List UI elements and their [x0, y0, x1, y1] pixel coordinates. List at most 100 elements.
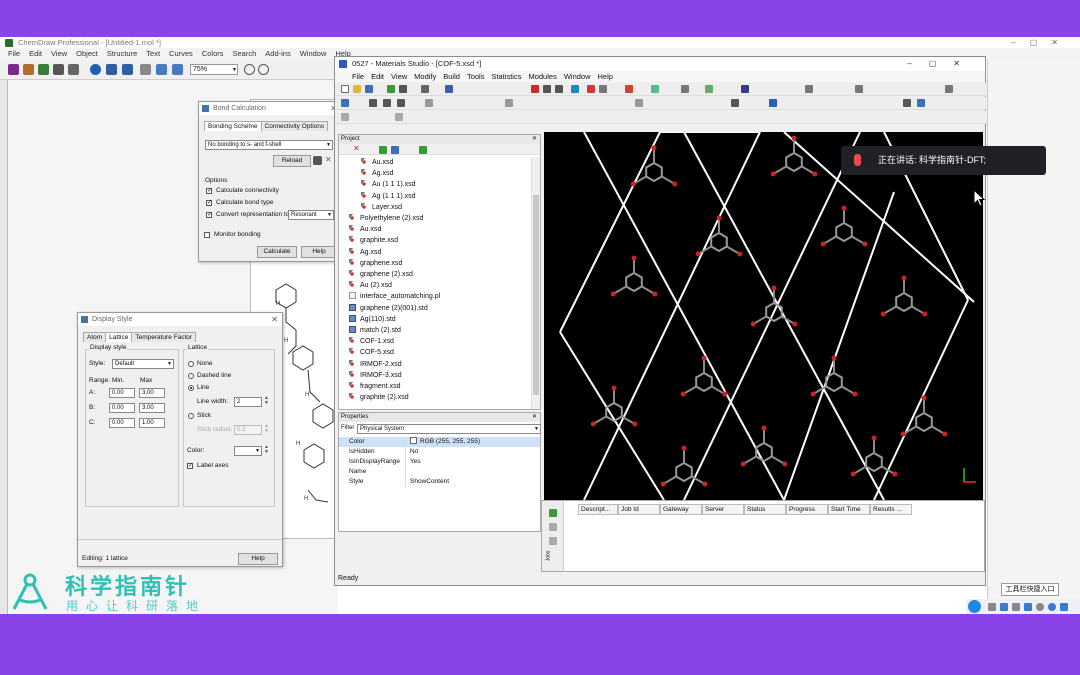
project-tree-item[interactable]: fragment.xsd [349, 381, 400, 392]
color-icon[interactable] [625, 85, 633, 93]
rotate-icon[interactable] [543, 85, 551, 93]
menu-edit[interactable]: Edit [29, 48, 42, 60]
project-tree-item[interactable]: graphite (2).xsd [349, 392, 409, 403]
job-col-status[interactable]: Status [744, 504, 786, 515]
project-tree-item[interactable]: graphite.xsd [349, 235, 398, 246]
gallery-icon[interactable] [8, 64, 19, 75]
menu-text[interactable]: Text [146, 48, 160, 60]
cof5-lattice-view[interactable] [544, 132, 983, 500]
project-tree[interactable]: Au.xsd Ag.xsd Au (1 1 1).xsd Ag (1 1 1).xsd… [339, 157, 532, 409]
display-style-icon[interactable] [587, 85, 595, 93]
close-icon[interactable]: ✕ [271, 313, 278, 326]
project-tree-item[interactable]: IRMOF-3.xsd [349, 370, 402, 381]
hexagon-icon[interactable] [369, 99, 377, 107]
project-tree-item[interactable]: Au (1 1 1).xsd [361, 179, 416, 190]
ms-menu-tools[interactable]: Tools [467, 71, 485, 82]
tray-icon[interactable] [1024, 603, 1032, 611]
download-icon[interactable] [549, 537, 557, 545]
print-icon[interactable] [68, 64, 79, 75]
cell-icon[interactable] [903, 99, 911, 107]
fx-icon[interactable] [341, 99, 349, 107]
project-tree-item[interactable]: match (2).std [349, 325, 401, 336]
lattice-line-radio[interactable] [188, 385, 194, 391]
range-c-min-input[interactable]: 0.00 [109, 418, 135, 428]
new-icon[interactable] [341, 85, 349, 93]
menu-curves[interactable]: Curves [169, 48, 193, 60]
menu-colors[interactable]: Colors [202, 48, 224, 60]
monitor-bonding-checkbox[interactable] [204, 232, 210, 238]
project-tree-item[interactable]: interface_automatching.pl [349, 291, 440, 302]
property-row[interactable]: Name [339, 467, 540, 477]
cycle-icon[interactable] [383, 99, 391, 107]
close-icon[interactable]: ✕ [532, 135, 537, 144]
project-tree-item[interactable]: graphene (2)(001).std [349, 303, 428, 314]
project-scrollbar[interactable] [531, 157, 540, 409]
menu-file[interactable]: File [8, 48, 20, 60]
project-tree-item[interactable]: Ag (1 1 1).xsd [361, 191, 416, 202]
ms-menu-statistics[interactable]: Statistics [491, 71, 521, 82]
calc-icon[interactable] [805, 85, 813, 93]
range-a-min-input[interactable]: 0.00 [109, 388, 135, 398]
ms-menu-edit[interactable]: Edit [371, 71, 384, 82]
ms-window-buttons[interactable]: –▢✕ [907, 57, 977, 71]
tray-icon[interactable] [1036, 603, 1044, 611]
window-icon[interactable] [917, 99, 925, 107]
tray-icon[interactable] [1048, 603, 1056, 611]
property-row[interactable]: Style ShowContent [339, 477, 540, 487]
fit-icon[interactable] [571, 85, 579, 93]
tray-icon[interactable] [1012, 603, 1020, 611]
grid-icon[interactable] [855, 85, 863, 93]
label-axes-checkbox[interactable]: ✓ [187, 463, 193, 469]
job-col-results[interactable]: Results ... [870, 504, 912, 515]
job-col-gateway[interactable]: Gateway [660, 504, 702, 515]
toolbar-icon[interactable] [395, 113, 403, 121]
structure-3d-viewer[interactable] [544, 132, 983, 500]
jobs-tab[interactable]: Jobs [545, 551, 551, 562]
ms-menu-build[interactable]: Build [443, 71, 460, 82]
measure-icon[interactable] [681, 85, 689, 93]
color-spinner-icon[interactable]: ▲ ▼ [264, 445, 269, 455]
bonding-scheme-select[interactable]: No bonding to s- and f-shell ▼ [205, 140, 333, 150]
lattice-stick-radio[interactable] [188, 413, 194, 419]
convert-representation-checkbox[interactable]: ✓ [206, 212, 212, 218]
display-style-help-button[interactable]: Help [238, 553, 278, 565]
open-icon[interactable] [353, 85, 361, 93]
lattice-dashed-radio[interactable] [188, 373, 194, 379]
range-a-max-input[interactable]: 3.00 [139, 388, 165, 398]
job-col-description[interactable]: Descript... [578, 504, 618, 515]
style-select[interactable]: Default ▼ [112, 359, 174, 369]
line-width-input[interactable]: 2 [234, 397, 262, 407]
chemdraw-window-buttons[interactable]: –▢✕ [1011, 37, 1072, 48]
calc-bond-type-checkbox[interactable]: ✓ [206, 200, 212, 206]
close-icon[interactable]: ✕ [532, 413, 537, 422]
redo-icon[interactable] [122, 64, 133, 75]
symmetry-icon[interactable] [741, 85, 749, 93]
undo-icon[interactable] [445, 85, 453, 93]
lattice-none-radio[interactable] [188, 361, 194, 367]
print-icon[interactable] [399, 85, 407, 93]
calc-connectivity-checkbox[interactable]: ✓ [206, 188, 212, 194]
filter-select[interactable]: Physical System ▼ [357, 424, 541, 434]
calculate-button[interactable]: Calculate [257, 246, 297, 258]
zoom-in-icon[interactable] [244, 64, 255, 75]
save-icon[interactable] [313, 156, 322, 165]
ms-menu-help[interactable]: Help [598, 71, 613, 82]
menu-search[interactable]: Search [233, 48, 257, 60]
molecule-icon[interactable] [769, 99, 777, 107]
project-tree-item[interactable]: graphene.xsd [349, 258, 402, 269]
stick-radius-spinner-icon[interactable]: ▲ ▼ [264, 424, 269, 434]
copy-icon[interactable] [156, 64, 167, 75]
project-tree-item[interactable]: COF-5.xsd [349, 347, 394, 358]
project-tree-item[interactable]: Ag(110).std [349, 314, 396, 325]
project-tree-item[interactable]: Polyethylene (2).xsd [349, 213, 423, 224]
project-tree-item[interactable]: COF-1.xsd [349, 336, 394, 347]
label-icon[interactable] [599, 85, 607, 93]
help-icon[interactable] [90, 64, 101, 75]
menu-object[interactable]: Object [76, 48, 98, 60]
zoom-select[interactable]: 75% ▾ [190, 64, 238, 75]
project-tree-item[interactable]: Ag.xsd [361, 168, 393, 179]
property-row[interactable]: IsHidden No [339, 447, 540, 457]
sketch-icon[interactable] [651, 85, 659, 93]
atom-icon[interactable] [635, 99, 643, 107]
range-b-max-input[interactable]: 3.00 [139, 403, 165, 413]
